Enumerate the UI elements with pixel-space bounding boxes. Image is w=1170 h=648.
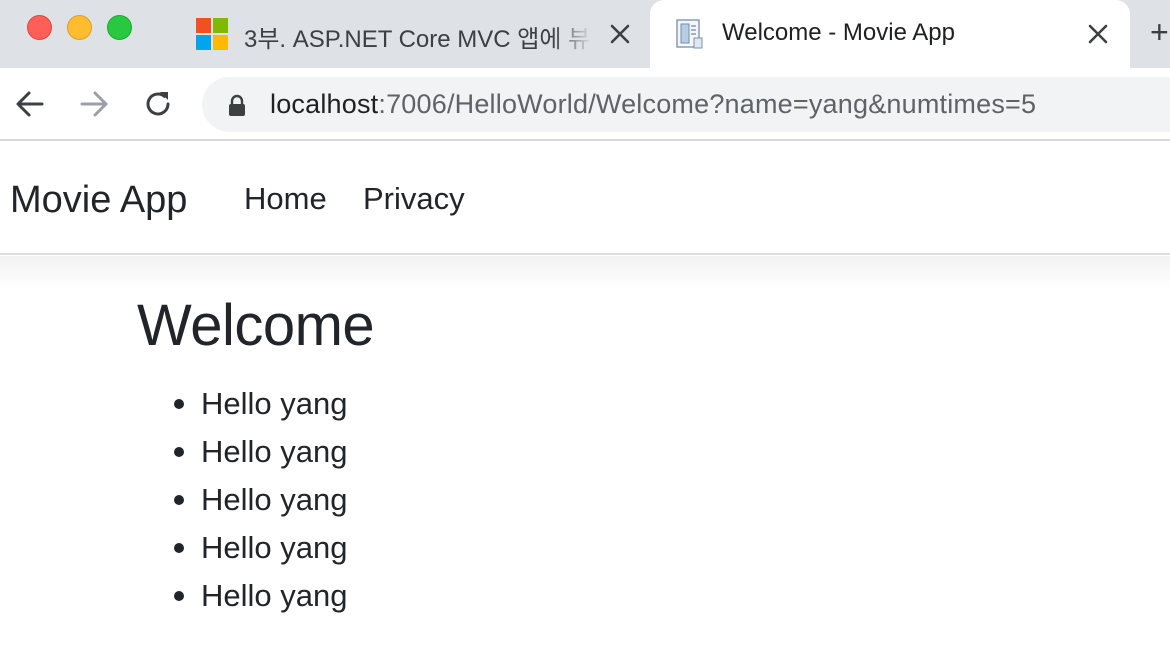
new-tab-icon[interactable]: + <box>1150 14 1169 51</box>
url-path: :7006/HelloWorld/Welcome?name=yang&numti… <box>378 89 1037 119</box>
browser-tab-welcome[interactable]: Welcome - Movie App <box>650 0 1130 68</box>
close-tab-icon[interactable] <box>1082 18 1114 50</box>
document-icon <box>674 18 706 50</box>
forward-arrow-icon[interactable] <box>76 86 112 122</box>
list-item: Hello yang <box>170 526 347 574</box>
greeting-list: Hello yang Hello yang Hello yang Hello y… <box>170 382 347 622</box>
lock-icon[interactable] <box>227 94 247 116</box>
close-tab-icon[interactable] <box>604 18 636 50</box>
reload-icon[interactable] <box>140 86 176 122</box>
nav-link-privacy[interactable]: Privacy <box>363 181 465 217</box>
brand-link[interactable]: Movie App <box>10 179 187 222</box>
browser-tab-docs[interactable]: 3부. ASP.NET Core MVC 앱에 뷰 <box>180 0 650 68</box>
back-arrow-icon[interactable] <box>12 86 48 122</box>
nav-link-home[interactable]: Home <box>244 181 327 217</box>
tab-title: 3부. ASP.NET Core MVC 앱에 뷰 <box>244 19 592 54</box>
url-host: localhost <box>270 89 379 119</box>
tab-title: Welcome - Movie App <box>722 19 955 46</box>
list-item: Hello yang <box>170 574 347 622</box>
list-item: Hello yang <box>170 430 347 478</box>
page-title: Welcome <box>137 293 375 358</box>
list-item: Hello yang <box>170 382 347 430</box>
window-minimize-button[interactable] <box>67 15 92 40</box>
window-close-button[interactable] <box>27 15 52 40</box>
browser-toolbar: localhost:7006/HelloWorld/Welcome?name=y… <box>0 68 1170 141</box>
site-navbar: Movie App Home Privacy <box>0 143 1170 255</box>
address-bar[interactable]: localhost:7006/HelloWorld/Welcome?name=y… <box>202 77 1170 132</box>
list-item: Hello yang <box>170 478 347 526</box>
microsoft-logo-icon <box>196 18 228 50</box>
url-text: localhost:7006/HelloWorld/Welcome?name=y… <box>270 89 1036 120</box>
navbar-shadow <box>0 256 1170 290</box>
window-zoom-button[interactable] <box>107 15 132 40</box>
browser-tab-strip: 3부. ASP.NET Core MVC 앱에 뷰 Welcome - Movi… <box>0 0 1170 68</box>
